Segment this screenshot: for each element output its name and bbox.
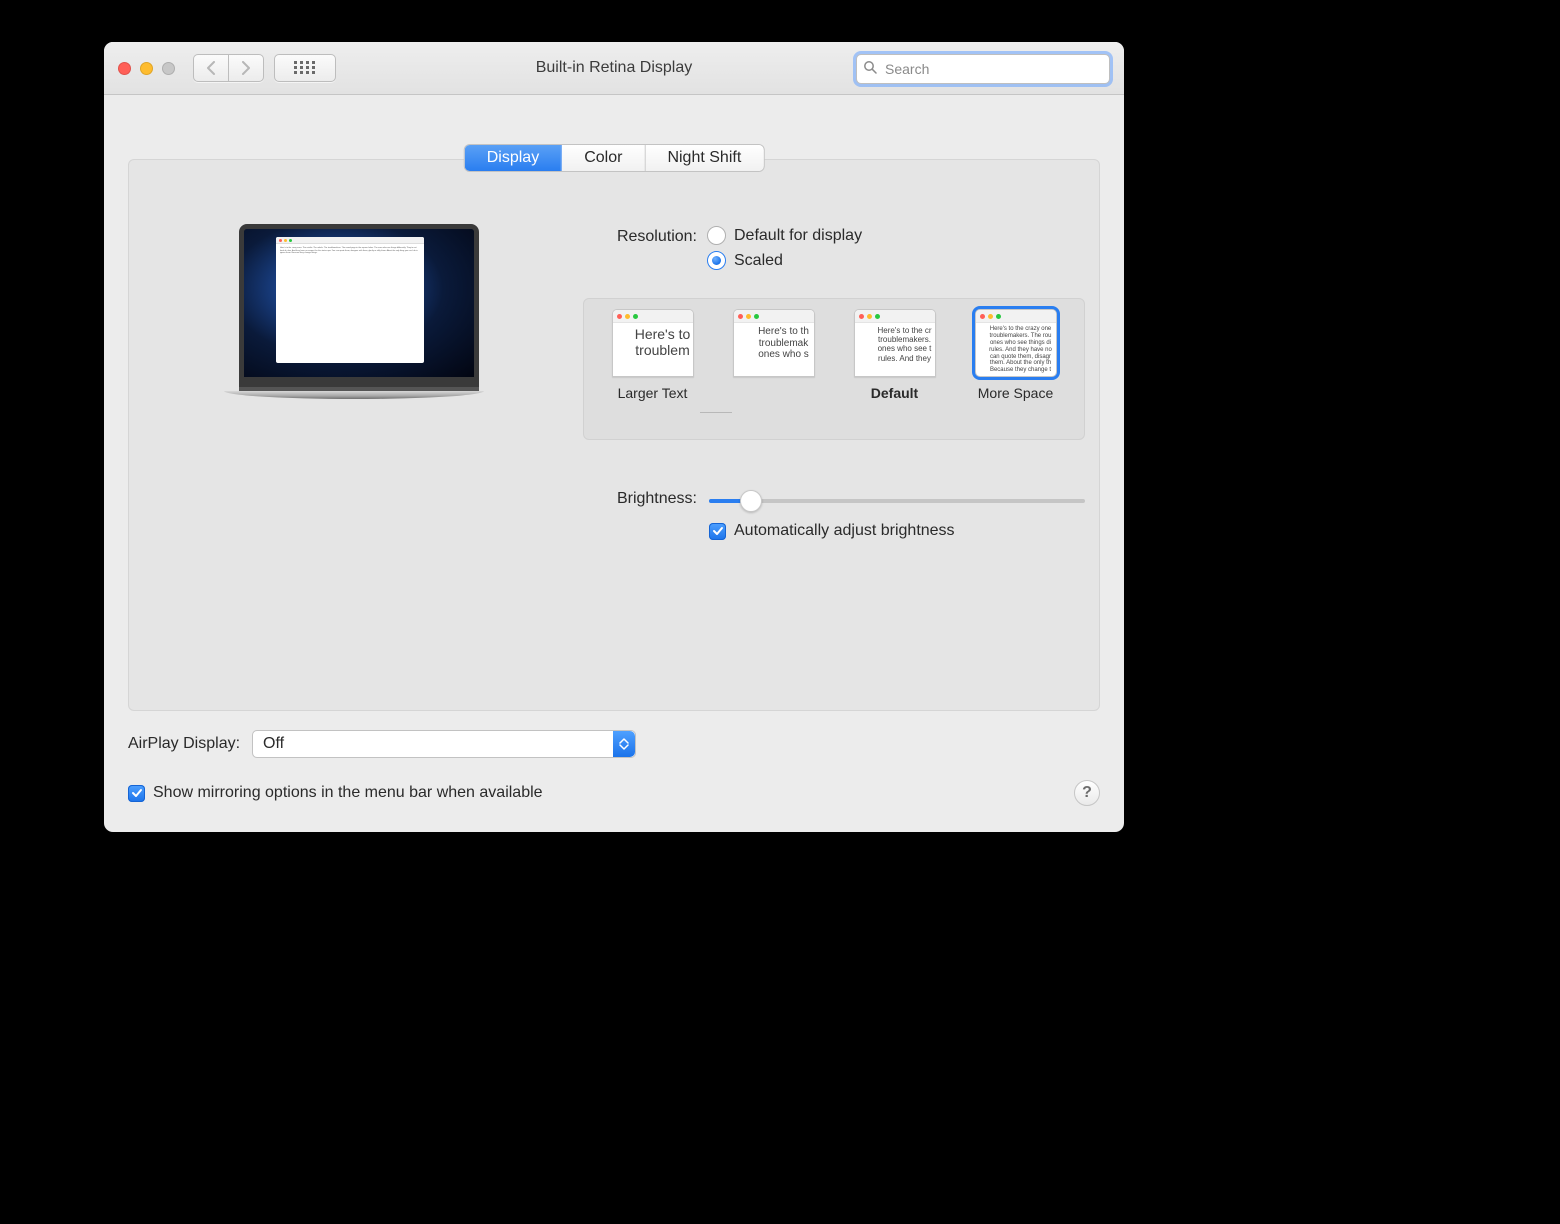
traffic-lights [118, 62, 175, 75]
scale-option-label: Larger Text [605, 385, 701, 401]
airplay-select[interactable]: Off [252, 730, 636, 758]
checkbox-icon [709, 523, 726, 540]
back-button[interactable] [193, 54, 228, 82]
help-icon: ? [1082, 784, 1092, 802]
scale-option-larger-text[interactable]: Here's totroublem Larger Text [605, 309, 701, 401]
auto-brightness-checkbox[interactable]: Automatically adjust brightness [709, 522, 955, 540]
radio-scaled[interactable]: Scaled [707, 251, 862, 270]
resolution-label: Resolution: [573, 228, 697, 246]
scale-track [700, 412, 732, 413]
toolbar-nav [193, 54, 336, 82]
slider-track [709, 499, 1085, 503]
scale-option-more-space[interactable]: Here's to the crazy onetroublemakers. Th… [968, 309, 1064, 401]
search-input[interactable] [883, 60, 1103, 78]
minimize-icon[interactable] [140, 62, 153, 75]
close-icon[interactable] [118, 62, 131, 75]
scale-option-label: More Space [968, 385, 1064, 401]
search-field[interactable] [856, 54, 1110, 84]
select-arrows-icon [613, 731, 635, 757]
radio-icon [707, 226, 726, 245]
tab-control: Display Color Night Shift [465, 145, 764, 171]
show-all-button[interactable] [274, 54, 336, 82]
tab-display[interactable]: Display [465, 145, 562, 171]
preferences-window: Built-in Retina Display Display Color Ni… [104, 42, 1124, 832]
help-button[interactable]: ? [1074, 780, 1100, 806]
device-preview: Here's to the crazy ones. The misfits. T… [239, 224, 479, 399]
mirroring-checkbox[interactable]: Show mirroring options in the menu bar w… [128, 784, 543, 802]
maximize-icon [162, 62, 175, 75]
slider-knob[interactable] [740, 490, 762, 512]
resolution-radios: Default for display Scaled [707, 226, 862, 276]
radio-label: Default for display [734, 227, 862, 245]
checkbox-label: Automatically adjust brightness [734, 522, 955, 540]
radio-icon [707, 251, 726, 270]
forward-button[interactable] [228, 54, 264, 82]
scale-option-label: Default [847, 385, 943, 401]
scale-option-2[interactable]: Here's to thtroublemakones who s [726, 309, 822, 385]
checkbox-label: Show mirroring options in the menu bar w… [153, 784, 543, 802]
airplay-value: Off [263, 735, 284, 753]
search-icon [863, 60, 877, 79]
tab-color[interactable]: Color [562, 145, 645, 171]
scale-option-default[interactable]: Here's to the crtroublemakers.ones who s… [847, 309, 943, 401]
content-panel: Here's to the crazy ones. The misfits. T… [128, 159, 1100, 711]
radio-label: Scaled [734, 252, 783, 270]
window-body: Display Color Night Shift Here's to the … [104, 95, 1124, 832]
scale-options: Here's totroublem Larger Text Here's to … [583, 298, 1085, 440]
radio-default-for-display[interactable]: Default for display [707, 226, 862, 245]
tab-night-shift[interactable]: Night Shift [645, 145, 763, 171]
brightness-slider[interactable] [709, 493, 1085, 509]
checkbox-icon [128, 785, 145, 802]
titlebar: Built-in Retina Display [104, 42, 1124, 95]
airplay-row: AirPlay Display: Off [128, 730, 636, 758]
airplay-label: AirPlay Display: [128, 735, 240, 753]
brightness-label: Brightness: [573, 490, 697, 508]
